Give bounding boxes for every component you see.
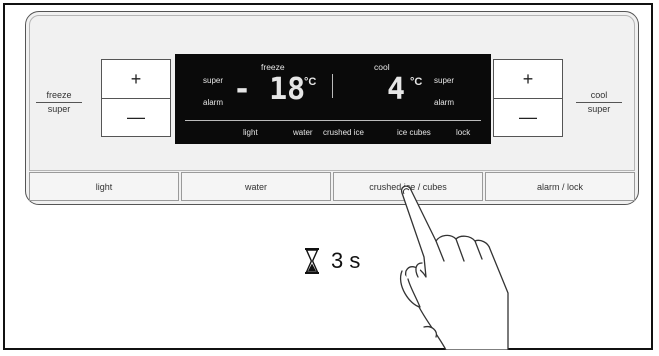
freeze-temperature: - 18 [233, 72, 306, 107]
left-alarm-indicator: alarm [203, 98, 224, 107]
water-indicator: water [293, 128, 313, 137]
cool-super-label-bottom: super [587, 104, 611, 114]
label-divider [36, 102, 82, 103]
display-vertical-divider [332, 74, 333, 98]
right-alarm-indicator: alarm [434, 98, 455, 107]
cool-unit: °C [410, 76, 423, 88]
cool-temp-buttons: + — [493, 59, 563, 137]
cool-super-label-top: cool [590, 90, 608, 100]
lock-indicator: lock [456, 128, 471, 137]
pointing-hand-icon [399, 185, 509, 350]
display-horizontal-divider [185, 120, 481, 121]
freeze-display-label: freeze [261, 62, 285, 72]
freeze-minus-button[interactable]: — [102, 98, 170, 136]
freeze-super-label-top: freeze [46, 90, 72, 100]
freeze-temp-buttons: + — [101, 59, 171, 137]
cool-temperature: 4 [387, 72, 406, 107]
lcd-display: freeze cool super alarm - 18 °C 4 °C sup… [175, 54, 491, 144]
ice-cubes-indicator: ice cubes [397, 128, 431, 137]
cool-plus-button[interactable]: + [494, 60, 562, 99]
hourglass-icon [305, 248, 319, 274]
label-divider [576, 102, 622, 103]
freeze-unit: °C [304, 76, 317, 88]
freeze-plus-button[interactable]: + [102, 60, 170, 99]
crushed-ice-indicator: crushed ice [323, 128, 364, 137]
hold-duration-text: 3 s [331, 248, 361, 273]
function-button-row: light water crushed ice / cubes alarm / … [28, 172, 636, 201]
light-button[interactable]: light [29, 172, 179, 201]
water-button[interactable]: water [181, 172, 331, 201]
right-super-indicator: super [434, 76, 455, 85]
cool-display-label: cool [374, 62, 390, 72]
freeze-super-label: freeze super [31, 90, 87, 115]
left-super-indicator: super [203, 76, 224, 85]
cool-super-label: cool super [571, 90, 627, 115]
freeze-super-label-bottom: super [47, 104, 71, 114]
cool-minus-button[interactable]: — [494, 98, 562, 136]
light-indicator: light [243, 128, 258, 137]
hold-duration: 3 s [305, 248, 360, 274]
